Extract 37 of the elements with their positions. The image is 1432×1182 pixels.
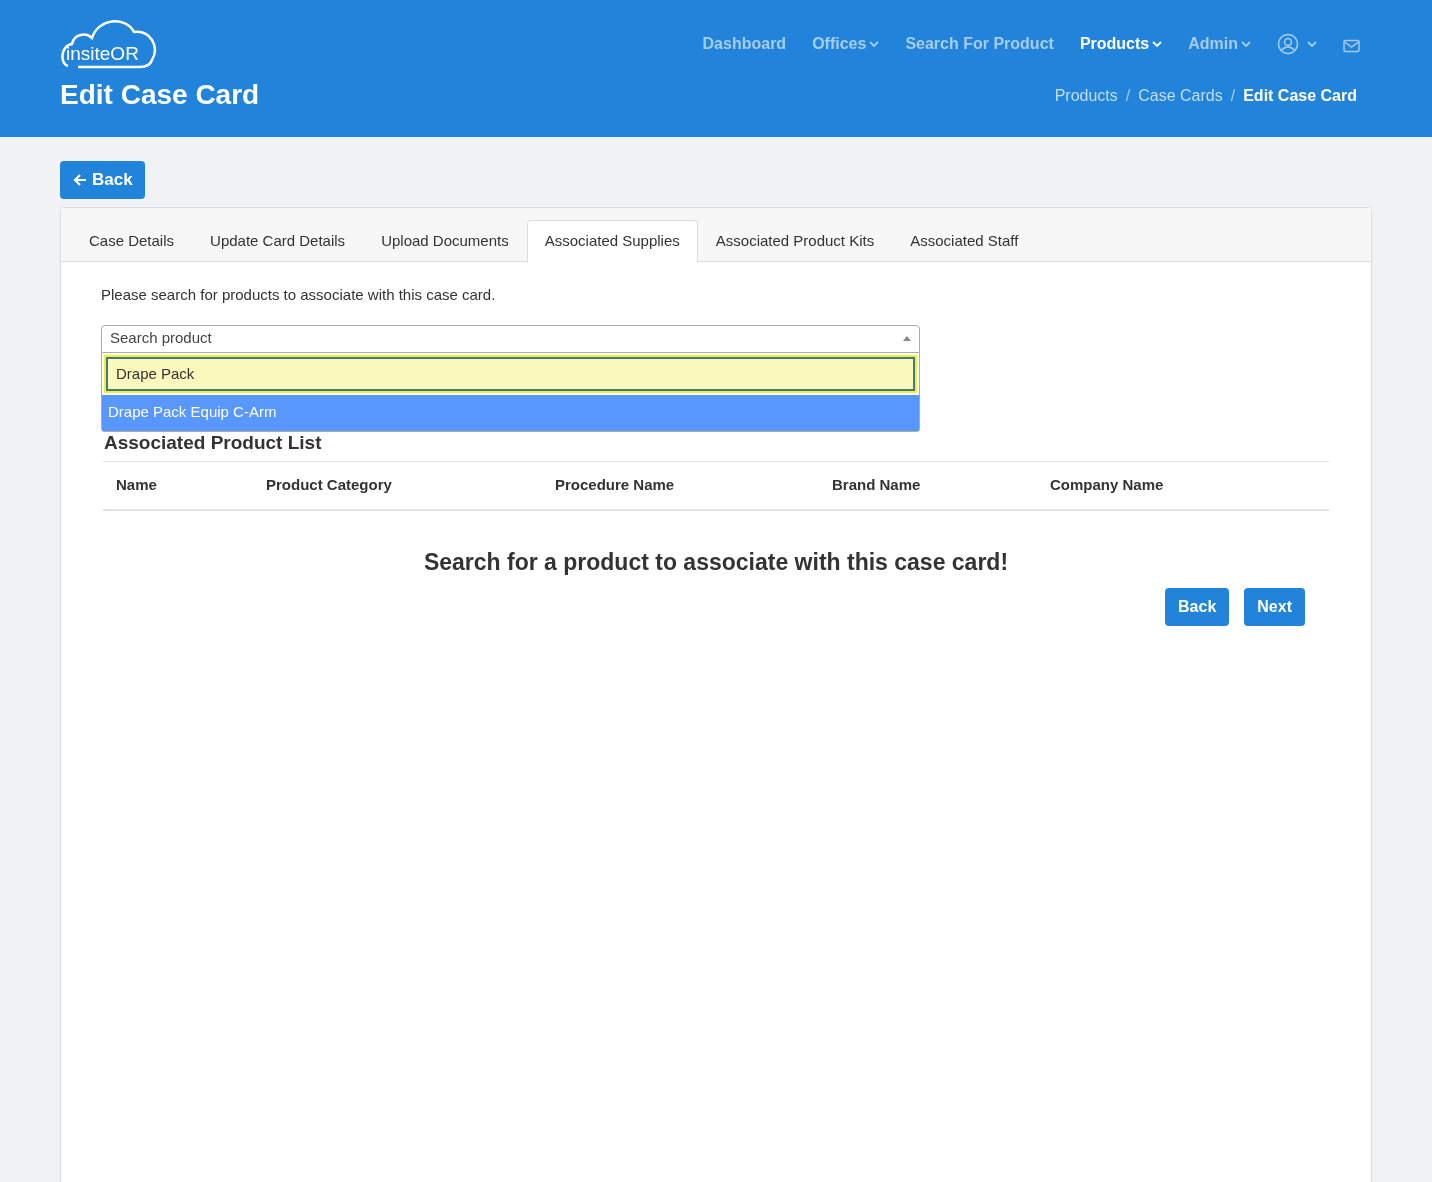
breadcrumb-separator: / bbox=[1230, 86, 1236, 106]
tab[interactable]: Associated Staff bbox=[892, 220, 1037, 262]
tab[interactable]: Associated Supplies bbox=[526, 220, 698, 263]
nav-link[interactable]: Offices bbox=[812, 32, 880, 56]
column-header: Product Category bbox=[266, 475, 393, 496]
breadcrumb-link[interactable]: Case Cards bbox=[1138, 84, 1223, 108]
arrow-left-icon bbox=[72, 172, 88, 188]
nav-link[interactable]: Products bbox=[1079, 32, 1163, 56]
tab[interactable]: Update Card Details bbox=[192, 220, 364, 262]
search-input[interactable]: Drape Pack bbox=[106, 356, 915, 391]
caret-icon bbox=[903, 336, 911, 341]
instruction-text: Please search for products to associate with this case card. bbox=[101, 285, 497, 305]
column-header: Brand Name bbox=[832, 475, 922, 496]
nav-link[interactable]: Search For Product bbox=[905, 32, 1054, 56]
empty-message: Search for a product to associate with this case card! bbox=[422, 548, 1010, 577]
mail-icon bbox=[1343, 39, 1360, 53]
breadcrumb-separator: / bbox=[1125, 86, 1131, 106]
column-header: Procedure Name bbox=[555, 475, 676, 496]
nav-link[interactable]: Dashboard bbox=[702, 32, 787, 56]
column-header: Name bbox=[116, 475, 158, 496]
tab[interactable]: Upload Documents bbox=[363, 220, 527, 262]
tab[interactable]: Case Details bbox=[71, 220, 193, 262]
back-button[interactable]: Back bbox=[1165, 587, 1230, 626]
nav-link[interactable]: Admin bbox=[1188, 32, 1251, 56]
back-button[interactable]: Back bbox=[60, 161, 145, 199]
cloud-logo[interactable]: insiteOR bbox=[60, 16, 158, 70]
next-button[interactable]: Next bbox=[1244, 587, 1305, 626]
page-title: Edit Case Card bbox=[60, 78, 260, 112]
section-heading: Associated Product List bbox=[104, 430, 323, 455]
tab[interactable]: Associated Product Kits bbox=[697, 220, 893, 262]
user-menu[interactable] bbox=[1277, 33, 1317, 55]
column-header: Company Name bbox=[1050, 475, 1165, 496]
product-select[interactable]: Search product bbox=[101, 324, 920, 353]
dropdown-option[interactable]: Drape Pack Equip C-Arm bbox=[102, 394, 919, 431]
user-icon bbox=[1277, 33, 1299, 55]
breadcrumb-link[interactable]: Products bbox=[1054, 84, 1118, 108]
breadcrumb-current: Edit Case Card bbox=[1243, 86, 1357, 106]
